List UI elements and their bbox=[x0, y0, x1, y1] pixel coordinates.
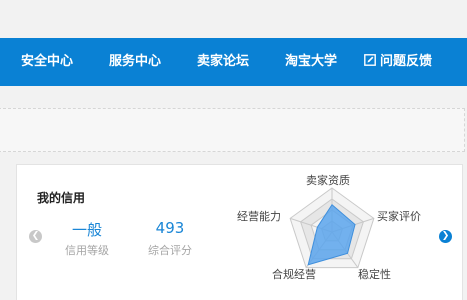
credit-score-label: 综合评分 bbox=[148, 244, 192, 257]
credit-score-value: 493 bbox=[155, 219, 185, 237]
radar-label-buyer-rating: 买家评价 bbox=[377, 210, 421, 223]
notice-box bbox=[0, 108, 465, 152]
nav-item-seller-forum[interactable]: 卖家论坛 bbox=[197, 38, 249, 86]
nav-item-label: 服务中心 bbox=[109, 54, 162, 69]
nav-item-taobao-university[interactable]: 淘宝大学 bbox=[285, 38, 337, 86]
nav-item-service-center[interactable]: 服务中心 bbox=[109, 38, 161, 86]
prev-arrow-button[interactable]: ❮ bbox=[29, 230, 42, 243]
credit-title: 我的信用 bbox=[37, 191, 86, 205]
credit-radar-chart: 卖家资质 买家评价 稳定性 合规经营 经营能力 bbox=[232, 166, 467, 300]
nav-item-label: 淘宝大学 bbox=[285, 54, 338, 69]
radar-label-operating-ability: 经营能力 bbox=[237, 210, 281, 223]
radar-label-seller-qualification: 卖家资质 bbox=[306, 174, 350, 187]
credit-level-value: 一般 bbox=[71, 221, 102, 239]
radar-label-compliant-operation: 合规经营 bbox=[272, 268, 316, 281]
nav-item-security-center[interactable]: 安全中心 bbox=[21, 38, 73, 86]
main-nav: 安全中心 服务中心 卖家论坛 淘宝大学 问题反馈 bbox=[0, 38, 467, 86]
credit-level-label: 信用等级 bbox=[65, 244, 109, 257]
nav-item-label: 问题反馈 bbox=[380, 54, 433, 69]
nav-item-label: 安全中心 bbox=[21, 54, 74, 69]
nav-item-feedback[interactable]: 问题反馈 bbox=[364, 38, 432, 86]
radar-label-stability: 稳定性 bbox=[358, 268, 391, 281]
edit-icon bbox=[364, 54, 376, 66]
chevron-left-icon: ❮ bbox=[31, 231, 40, 241]
top-strip bbox=[0, 0, 467, 38]
nav-item-label: 卖家论坛 bbox=[197, 54, 250, 69]
